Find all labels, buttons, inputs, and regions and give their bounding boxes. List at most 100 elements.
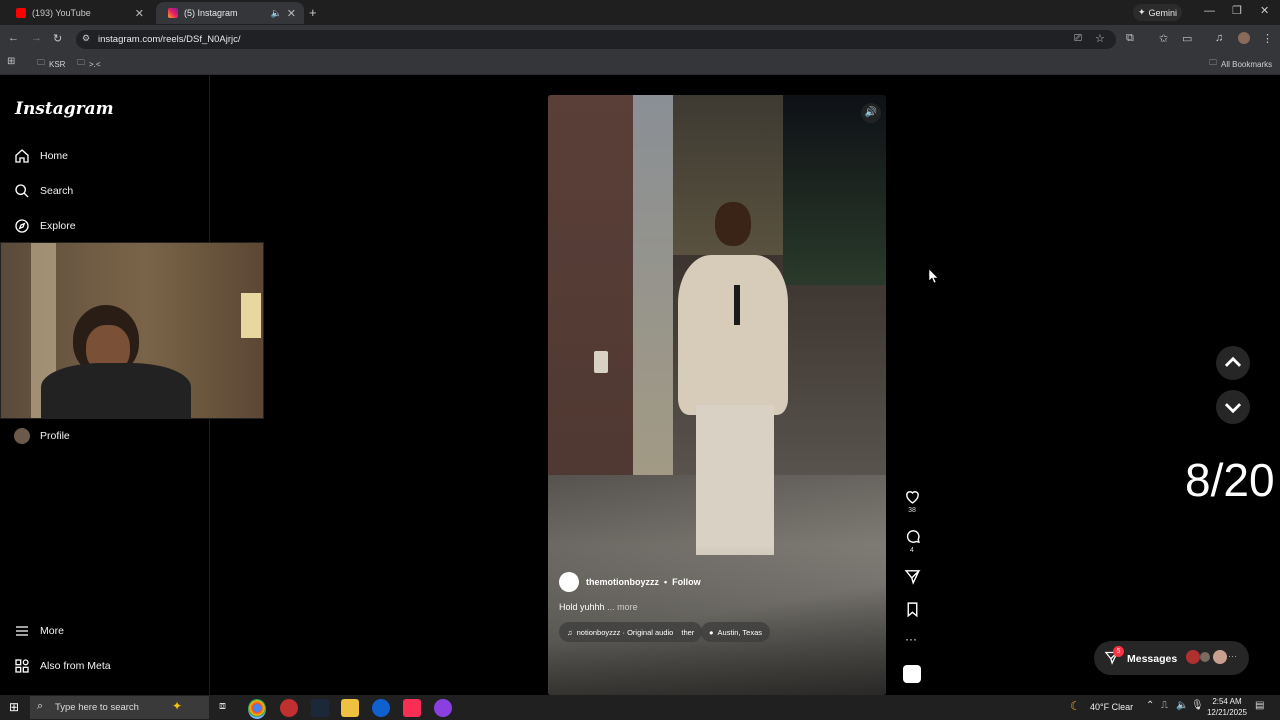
comment-icon[interactable] — [904, 528, 921, 545]
site-info-icon[interactable]: ⚙ — [82, 33, 90, 44]
volume-tray-icon[interactable]: 🔈 — [1176, 700, 1188, 711]
close-tab-icon[interactable]: ✕ — [135, 7, 144, 20]
forward-icon[interactable]: → — [31, 32, 42, 44]
bookmark-ksr[interactable]: 🗀 KSR — [37, 57, 65, 71]
chrome-taskbar-icon[interactable] — [248, 699, 266, 719]
extensions-icon[interactable]: ⧉ — [1126, 32, 1134, 45]
task-view-icon[interactable]: ⧈ — [219, 700, 226, 713]
compass-icon — [15, 219, 29, 233]
music-app-icon[interactable] — [403, 699, 421, 717]
nav-more[interactable]: More — [14, 623, 64, 639]
minimize-button[interactable]: — — [1204, 5, 1215, 17]
app-taskbar-icon[interactable] — [372, 699, 390, 717]
tab-youtube[interactable]: (193) YouTube ✕ — [4, 2, 152, 24]
weather-moon-icon: ☾ — [1070, 699, 1081, 713]
reel-caption: Hold yuhhh — [559, 602, 605, 612]
meta-grid-icon — [15, 659, 29, 673]
back-icon[interactable]: ← — [8, 32, 19, 44]
tab-instagram[interactable]: (5) Instagram 🔈 ✕ — [156, 2, 304, 24]
all-bookmarks-button[interactable]: 🗀 All Bookmarks — [1209, 57, 1272, 71]
discord-taskbar-icon[interactable] — [434, 699, 452, 717]
previous-reel-button[interactable] — [1216, 346, 1250, 380]
favorites-icon[interactable]: ✩ — [1159, 32, 1168, 45]
like-heart-icon[interactable] — [904, 488, 921, 505]
taskbar-search-placeholder: Type here to search — [55, 702, 139, 713]
nav-explore[interactable]: Explore — [14, 218, 76, 234]
nav-label: More — [40, 625, 64, 637]
messages-label: Messages — [1127, 653, 1178, 665]
wall-poster — [241, 293, 261, 338]
profile-avatar[interactable] — [1238, 32, 1250, 44]
hamburger-icon — [16, 626, 28, 636]
search-icon — [15, 184, 29, 198]
maximize-button[interactable]: ❐ — [1232, 4, 1242, 17]
obs-taskbar-icon[interactable] — [280, 699, 298, 717]
reel-username[interactable]: themotionboyzzz — [586, 577, 659, 587]
save-bookmark-icon[interactable] — [904, 601, 921, 618]
dancer-jacket — [678, 255, 788, 415]
location-label: Austin, Texas — [717, 627, 763, 637]
instagram-logo[interactable]: Instagram — [15, 99, 114, 119]
clock-time[interactable]: 2:54 AM — [1206, 697, 1248, 706]
close-window-button[interactable]: ✕ — [1260, 4, 1269, 17]
night-sky-trees — [783, 95, 886, 285]
tray-chevron-icon[interactable]: ⌃ — [1146, 700, 1154, 711]
nav-label: Search — [40, 185, 74, 197]
url-text: instagram.com/reels/DSf_N0Ajrjc/ — [98, 34, 241, 45]
share-icon[interactable] — [904, 568, 921, 585]
nav-also-from-meta[interactable]: Also from Meta — [14, 658, 111, 674]
search-highlight-icon: ✦ — [172, 699, 183, 713]
side-panel-icon[interactable]: ▭ — [1182, 32, 1192, 45]
messages-badge: 5 — [1113, 646, 1124, 657]
folder-icon: 🗀 — [77, 58, 85, 67]
bookmarks-bar — [0, 53, 1280, 75]
audio-chip[interactable]: ♫ notionboyzzz · Original audio ther — [559, 622, 703, 642]
webcam-overlay — [0, 242, 264, 419]
dancer-pants — [696, 405, 774, 555]
profile-avatar-icon — [14, 428, 30, 444]
nav-profile[interactable]: Profile — [14, 428, 70, 444]
nav-home[interactable]: Home — [14, 148, 68, 164]
apps-grid-icon[interactable]: ⊞ — [7, 56, 15, 67]
new-tab-button[interactable]: + — [309, 5, 317, 20]
nav-label: Profile — [40, 430, 70, 442]
location-pin-icon: ● — [709, 627, 714, 637]
media-icon[interactable]: ♫ — [1215, 32, 1223, 44]
separator-dot: • — [664, 577, 668, 587]
gemini-button[interactable]: ✦ Gemini — [1133, 4, 1182, 21]
audio-thumbnail[interactable] — [903, 665, 921, 683]
follow-button[interactable]: Follow — [672, 577, 701, 587]
close-tab-icon[interactable]: ✕ — [287, 7, 296, 20]
bookmark-folder-2[interactable]: 🗀 >.< — [77, 57, 101, 71]
microphone-icon[interactable]: 🎙 — [1191, 700, 1204, 711]
caption-more-link[interactable]: ... more — [607, 602, 638, 612]
video-gradient — [548, 545, 886, 695]
dancer-head — [715, 202, 751, 246]
clock-date[interactable]: 12/21/2025 — [1204, 708, 1250, 717]
audio-label: notionboyzzz · Original audio — [576, 627, 674, 637]
volume-icon[interactable]: 🔊 — [861, 103, 881, 123]
nav-search[interactable]: Search — [14, 183, 73, 199]
notifications-icon[interactable]: ▤ — [1255, 700, 1264, 711]
search-icon: ⌕ — [37, 700, 44, 712]
like-count: 38 — [908, 507, 916, 514]
file-explorer-icon[interactable] — [341, 699, 359, 717]
tab-label: (5) Instagram — [184, 8, 238, 18]
audio-playing-icon[interactable]: 🔈 — [271, 8, 282, 19]
weather-label[interactable]: 40°F Clear — [1090, 702, 1133, 712]
youtube-icon — [16, 8, 26, 18]
cast-icon[interactable]: ⎚ — [1074, 33, 1082, 44]
reload-icon[interactable]: ↻ — [53, 32, 62, 45]
chrome-menu-icon[interactable]: ⋮ — [1262, 32, 1273, 45]
reel-caption-row: Hold yuhhh ... more — [559, 602, 638, 612]
steam-taskbar-icon[interactable] — [311, 699, 329, 717]
location-chip[interactable]: ● Austin, Texas — [701, 622, 771, 642]
next-reel-button[interactable] — [1216, 390, 1250, 424]
folder-icon: 🗀 — [37, 58, 45, 67]
more-options-icon[interactable]: ··· — [905, 632, 917, 646]
chat-avatar — [1186, 650, 1200, 664]
bookmark-star-icon[interactable]: ☆ — [1095, 32, 1105, 45]
windows-start-icon[interactable]: ⊞ — [9, 700, 19, 714]
poster-avatar[interactable] — [559, 572, 579, 592]
network-icon[interactable]: ⎍ — [1161, 700, 1168, 711]
